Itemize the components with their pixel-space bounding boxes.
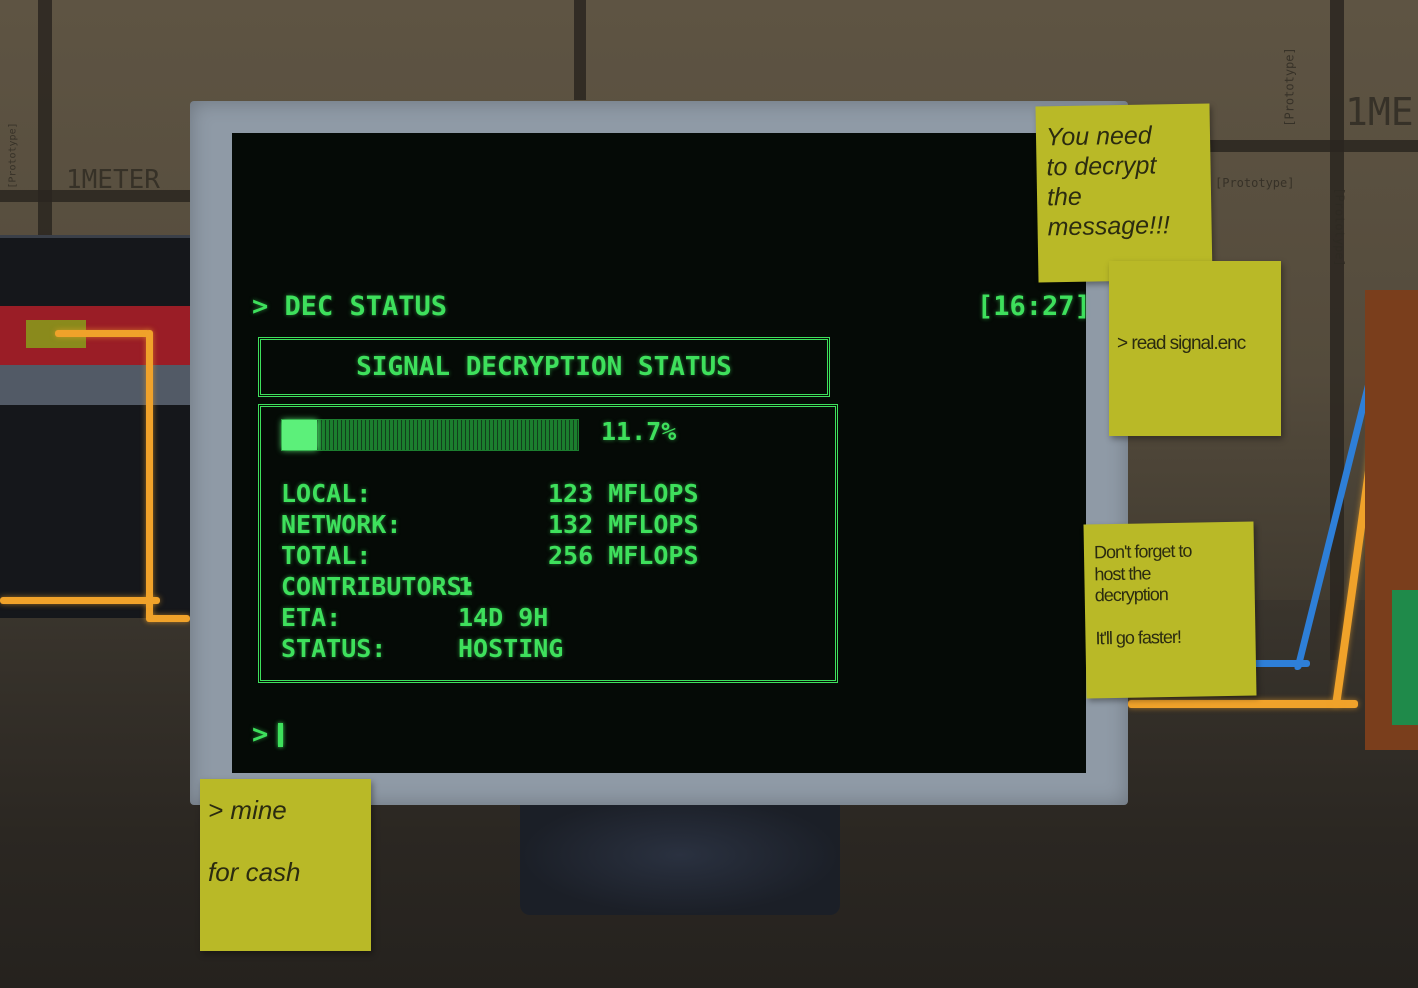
stat-label-network: NETWORK: <box>281 510 402 539</box>
cable-orange <box>146 615 190 622</box>
stat-label-contributors: CONTRIBUTORS: <box>281 572 477 601</box>
progress-fill <box>282 420 317 450</box>
wall-label-1meter: 1METER <box>66 165 160 195</box>
right-green-device <box>1392 590 1418 725</box>
stat-label-eta: ETA: <box>281 603 342 632</box>
terminal-clock: [16:27] <box>977 291 1091 322</box>
cable-orange <box>55 330 150 337</box>
terminal-screen[interactable]: > DEC STATUS [16:27] SIGNAL DECRYPTION S… <box>232 133 1091 773</box>
wall-label-prototype: [Prototype] <box>1282 47 1297 127</box>
wall-label-prototype: [Prototype] <box>7 122 19 189</box>
note-decrypt-text: You need to decrypt the message!!! <box>1045 121 1171 242</box>
wall-grid-line <box>574 0 586 100</box>
note-read-text: > read signal.enc <box>1117 333 1246 354</box>
note-mine-text: > mine for cash <box>208 795 301 888</box>
stat-label-status: STATUS: <box>281 634 387 663</box>
stat-value-network: 132 MFLOPS <box>548 510 699 539</box>
input-prompt: > <box>252 719 269 750</box>
stat-value-contributors: 1 <box>458 572 474 601</box>
stat-label-local: LOCAL: <box>281 479 372 508</box>
left-shelf <box>0 365 190 405</box>
left-cabinet <box>0 235 190 618</box>
wall-grid-line <box>1210 140 1418 152</box>
stat-value-local: 123 MFLOPS <box>548 479 699 508</box>
wall-label-1me: 1ME <box>1345 90 1414 134</box>
decryption-progress-bar <box>281 419 579 451</box>
cable-orange <box>0 597 160 604</box>
wall-grid-line <box>1330 0 1344 660</box>
stat-value-status: HOSTING <box>458 634 564 663</box>
note-host-text: Don't forget to host the decryption It'l… <box>1093 540 1192 649</box>
cable-orange <box>146 330 153 620</box>
stat-label-total: TOTAL: <box>281 541 372 570</box>
sticky-note-decrypt: You need to decrypt the message!!! <box>1035 103 1213 283</box>
monitor-stand <box>520 795 840 915</box>
wall-label-prototype: [Prototype] <box>1215 176 1295 190</box>
sticky-note-host: Don't forget to host the decryption It'l… <box>1083 521 1257 699</box>
sticky-note-read: > read signal.enc <box>1109 261 1281 436</box>
stat-value-eta: 14D 9H <box>458 603 549 632</box>
progress-percent: 11.7% <box>601 417 677 446</box>
panel-title: SIGNAL DECRYPTION STATUS <box>356 352 732 382</box>
panel-title-box: SIGNAL DECRYPTION STATUS <box>258 337 830 397</box>
wall-label-prototype: [Prototype] <box>1332 187 1347 267</box>
status-panel: 11.7% LOCAL: 123 MFLOPS NETWORK: 132 MFL… <box>258 404 838 683</box>
sticky-note-mine: > mine for cash <box>200 779 371 951</box>
stat-value-total: 256 MFLOPS <box>548 541 699 570</box>
header-prompt: > DEC STATUS <box>252 291 448 322</box>
cable-orange <box>1128 700 1358 708</box>
terminal-input-cursor[interactable] <box>278 723 283 747</box>
